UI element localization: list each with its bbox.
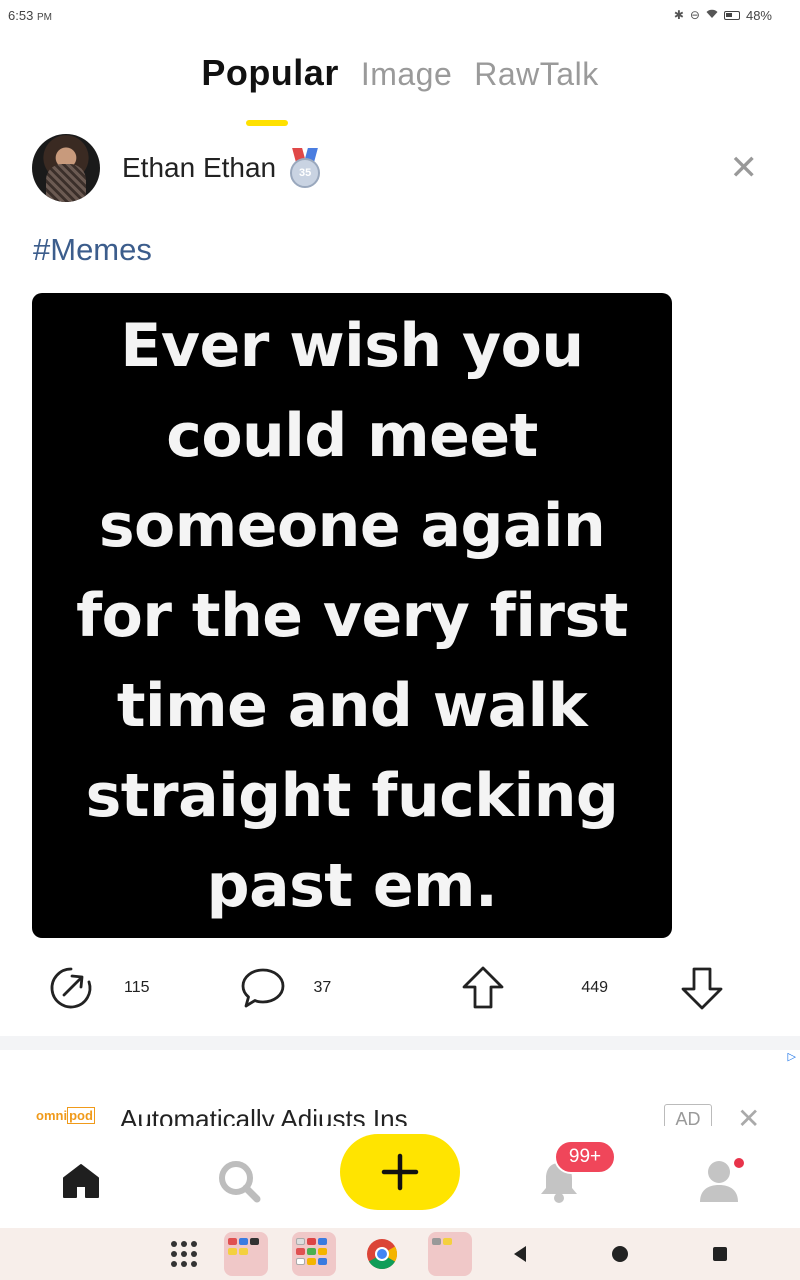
- google-apps-folder-icon[interactable]: [292, 1232, 336, 1276]
- bluetooth-icon: ✱: [673, 8, 684, 22]
- meme-text: Ever wish you could meet someone again f…: [32, 301, 672, 931]
- bottom-nav: 99+: [0, 1126, 800, 1226]
- tab-rawtalk[interactable]: RawTalk: [474, 56, 598, 93]
- post-username[interactable]: Ethan Ethan: [122, 152, 276, 184]
- home-icon[interactable]: [56, 1156, 106, 1206]
- meme-line: Ever wish you: [120, 310, 584, 381]
- comment-icon[interactable]: [240, 966, 286, 1010]
- ad-headline[interactable]: Automatically Adjusts Ins: [120, 1104, 408, 1126]
- search-icon[interactable]: [214, 1156, 264, 1206]
- app-drawer-icon[interactable]: [168, 1232, 200, 1276]
- meme-line: straight fucking: [85, 760, 619, 831]
- vote-count: 449: [581, 979, 609, 996]
- system-nav-bar: [0, 1228, 800, 1280]
- home-nav-icon[interactable]: [608, 1232, 632, 1276]
- chrome-icon[interactable]: [362, 1232, 402, 1276]
- ad-card[interactable]: omni pod Automatically Adjusts Ins AD ✕: [0, 1098, 800, 1126]
- post-hashtag[interactable]: #Memes: [33, 232, 152, 268]
- adchoices-icon[interactable]: ▷: [788, 1050, 796, 1063]
- back-icon[interactable]: [508, 1232, 532, 1276]
- wifi-icon: [706, 8, 718, 22]
- ad-brand-logo: omni pod: [36, 1107, 95, 1124]
- meme-line: could meet: [166, 400, 538, 471]
- tab-popular[interactable]: Popular: [201, 52, 339, 94]
- ad-close-icon[interactable]: ✕: [737, 1102, 760, 1126]
- profile-alert-dot: [732, 1156, 746, 1170]
- medal-icon: 35: [288, 148, 322, 188]
- meme-line: for the very first: [76, 580, 628, 651]
- active-tab-indicator: [246, 120, 288, 126]
- battery-level: 48%: [745, 7, 772, 23]
- share-count: 115: [124, 979, 150, 996]
- close-icon[interactable]: ✕: [730, 151, 759, 185]
- avatar[interactable]: [32, 134, 100, 202]
- meme-line: someone again: [98, 490, 606, 561]
- feed-divider: [0, 1036, 800, 1050]
- status-bar: 6:53 PM ✱ ⊖ 48%: [0, 0, 800, 30]
- post-actions: 115 37 449: [32, 958, 772, 1018]
- plus-icon: [381, 1153, 419, 1191]
- comment-count: 37: [313, 979, 332, 996]
- share-icon[interactable]: [48, 965, 94, 1011]
- meme-line: past em.: [206, 850, 498, 921]
- tab-image[interactable]: Image: [361, 56, 452, 93]
- status-time: 6:53 PM: [8, 7, 52, 23]
- ad-badge: AD: [664, 1104, 712, 1126]
- upvote-icon[interactable]: [461, 965, 505, 1011]
- app-folder-icon[interactable]: [224, 1232, 268, 1276]
- recents-icon[interactable]: [708, 1232, 732, 1276]
- battery-icon: [723, 10, 740, 20]
- status-icons: ✱ ⊖ 48%: [674, 8, 772, 23]
- create-post-button[interactable]: [340, 1134, 460, 1210]
- notification-badge: 99+: [554, 1140, 616, 1174]
- meme-line: time and walk: [116, 670, 588, 741]
- feed-tabs: Popular Image RawTalk: [0, 52, 800, 94]
- post-header: Ethan Ethan 35 ✕: [32, 133, 772, 203]
- downvote-icon[interactable]: [680, 965, 724, 1011]
- medal-level: 35: [290, 158, 321, 188]
- app-folder-icon[interactable]: [428, 1232, 472, 1276]
- dnd-icon: ⊖: [689, 8, 700, 22]
- post-image[interactable]: Ever wish you could meet someone again f…: [32, 293, 672, 938]
